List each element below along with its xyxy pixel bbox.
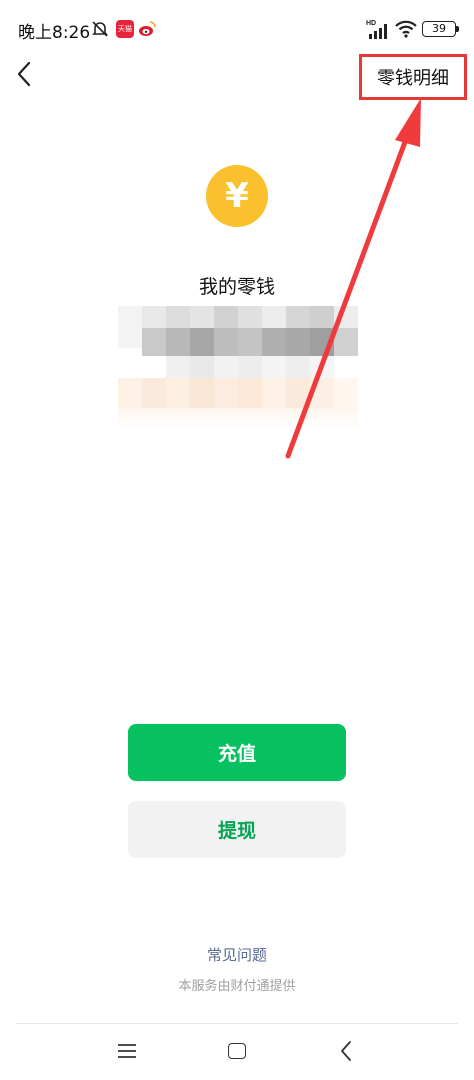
tmall-app-icon: 天猫 <box>116 20 134 38</box>
balance-title: 我的零钱 <box>198 276 275 298</box>
battery-tip <box>456 26 459 32</box>
recharge-button[interactable]: 充值 <box>128 724 346 781</box>
faq-link[interactable]: 常见问题 <box>0 944 474 965</box>
menu-icon[interactable] <box>117 1042 137 1060</box>
system-back-icon[interactable] <box>338 1040 354 1062</box>
status-time: 晚上8:26 <box>18 23 91 43</box>
home-square-icon[interactable] <box>228 1043 246 1059</box>
status-bar: 晚上8:26 天猫 HD 39 <box>0 0 474 60</box>
svg-text:HD: HD <box>366 20 376 27</box>
withdraw-button[interactable]: 提现 <box>128 801 346 858</box>
battery-indicator: 39 <box>422 21 456 37</box>
cellular-signal-icon: HD <box>366 20 387 39</box>
blurred-balance-amount <box>118 306 358 430</box>
change-detail-link[interactable]: 零钱明细 <box>359 54 467 100</box>
service-provider-note: 本服务由财付通提供 <box>178 979 296 994</box>
back-button[interactable] <box>8 56 40 92</box>
weibo-app-icon <box>139 21 156 36</box>
mute-notification-icon <box>92 21 108 37</box>
bottom-divider <box>16 1023 458 1024</box>
chevron-left-icon <box>17 61 31 87</box>
yuan-coin-icon: ¥ <box>206 165 268 227</box>
annotation-arrow <box>285 98 421 459</box>
wifi-icon <box>395 20 417 38</box>
